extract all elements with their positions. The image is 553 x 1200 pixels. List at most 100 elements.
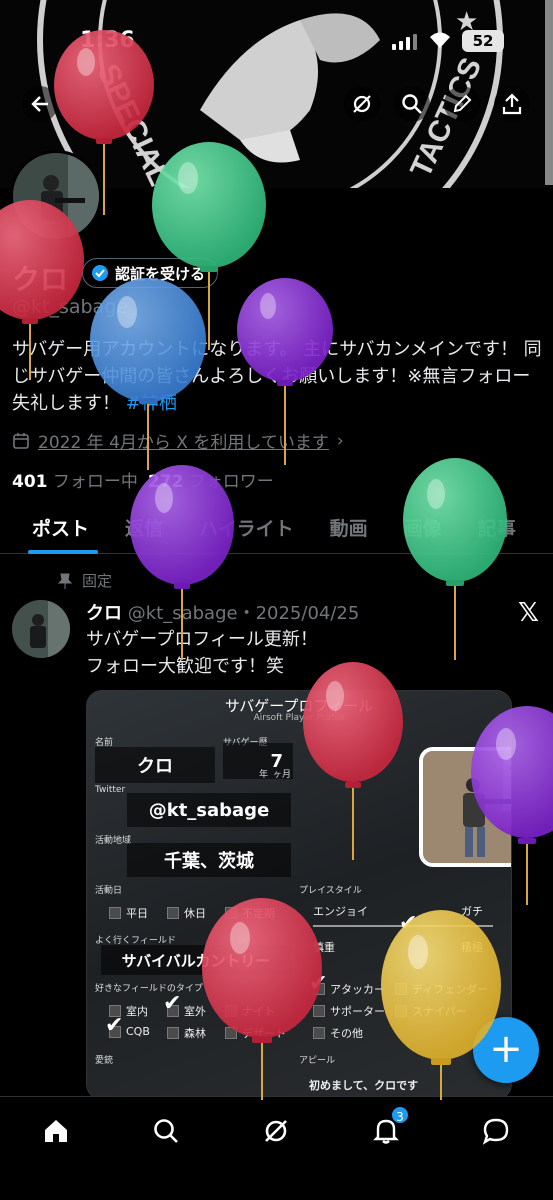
follow-stats: 401 フォロー中 272 フォロワー	[12, 467, 274, 492]
profile-handle: @kt_sabage	[12, 296, 128, 318]
fieldtype-outdoor-label: 室外	[184, 1005, 206, 1018]
nav-notifications[interactable]: 3	[366, 1105, 410, 1151]
get-verified-label: 認証を受ける	[115, 264, 206, 283]
day-weekday-label: 平日	[126, 907, 148, 920]
card-gun-label: 愛銃	[95, 1056, 114, 1066]
pin-icon	[58, 573, 72, 589]
profile-bio: サバゲー用アカウントになります。 主にサバカンメインです！ 同じサバゲー仲間の皆…	[12, 336, 542, 417]
pinned-label: 固定	[82, 572, 113, 590]
card-name-value: クロ	[95, 747, 215, 783]
compose-post-button[interactable]: +	[473, 1017, 539, 1083]
player-photo-image	[423, 751, 511, 863]
messages-icon	[482, 1118, 509, 1145]
card-style-serious: ガチ	[461, 903, 483, 919]
nav-explore[interactable]	[146, 1111, 186, 1151]
card-days-label: 活動日	[95, 886, 123, 896]
appeal-text: 初めまして、クロです	[309, 1079, 419, 1092]
fieldtype-desert-label: デザート	[242, 1027, 286, 1040]
grok-icon	[265, 1120, 287, 1142]
fieldtype-indoor-label: 室内	[126, 1005, 148, 1018]
card-appeal-value: 初めまして、クロです	[309, 1077, 418, 1093]
card-style-check-icon: ✔	[399, 911, 418, 936]
tab-highlights[interactable]: ハイライト	[181, 504, 312, 553]
following-link[interactable]: 401 フォロー中	[12, 467, 138, 492]
role-attacker-label: アタッカー	[330, 983, 385, 996]
post-author-name[interactable]: クロ	[86, 603, 122, 624]
card-day-holiday: 休日	[167, 905, 206, 921]
fieldtype-forest-label: 森林	[184, 1027, 206, 1040]
nav-home[interactable]	[36, 1111, 76, 1151]
bio-text: サバゲー用アカウントになります。 主にサバカンメインです！ 同じサバゲー仲間の皆…	[12, 339, 542, 414]
grok-button[interactable]	[344, 86, 380, 122]
card-subtitle: Airsoft Player Profile	[253, 713, 345, 723]
card-fieldtype-night: ナイト	[225, 1003, 275, 1019]
post-image-card[interactable]: サバゲープロフィール Airsoft Player Profile 名前 クロ …	[86, 690, 512, 1100]
back-icon	[31, 96, 48, 112]
followers-link[interactable]: 272 フォロワー	[148, 467, 274, 492]
post-body: サバゲープロフィール更新！ フォロー大歓迎です！笑	[86, 626, 318, 680]
card-attacker-check-icon: ✔	[309, 971, 328, 996]
search-button[interactable]	[394, 86, 430, 122]
profile-top-nav	[0, 86, 553, 126]
card-fieldtype-forest: 森林	[167, 1025, 206, 1041]
card-day-weekday: 平日	[109, 905, 148, 921]
card-field-value: サバイバルカントリー	[101, 945, 291, 975]
search-icon	[402, 94, 422, 114]
post-line-1: サバゲープロフィール更新！	[86, 629, 318, 650]
chevron-right-icon: ›	[336, 430, 344, 451]
status-bar: 1:36 52	[0, 0, 553, 80]
battery-indicator: 52	[462, 30, 504, 52]
card-role-sniper: スナイパー	[395, 1003, 467, 1019]
style-aggressive-label: 積極	[461, 941, 483, 954]
x-logo-icon: 𝕏	[518, 598, 539, 628]
card-appeal-label: アピール	[299, 1056, 336, 1066]
post-header: クロ @kt_sabage・2025/04/25	[86, 599, 359, 625]
balloon-green-2	[403, 458, 507, 660]
fieldtype-cqb-label: CQB	[126, 1025, 150, 1038]
profile-display-name: クロ	[12, 263, 69, 296]
wifi-icon	[428, 30, 452, 54]
card-area-label: 活動地域	[95, 836, 132, 846]
card-style-aggressive: 積極	[461, 939, 483, 955]
joined-date[interactable]: 2022 年 4月から X を利用しています ›	[12, 428, 344, 453]
profile-tabs: ポスト 返信 ハイライト 動画 画像 記事	[0, 504, 553, 554]
nav-messages[interactable]	[476, 1111, 516, 1151]
get-verified-button[interactable]: 認証を受ける	[82, 258, 219, 288]
back-button[interactable]	[22, 86, 58, 122]
tab-replies[interactable]: 返信	[107, 504, 181, 553]
tab-posts[interactable]: ポスト	[0, 504, 107, 554]
joined-date-text: 2022 年 4月から X を利用しています	[38, 433, 329, 453]
post-author-avatar[interactable]	[12, 600, 70, 658]
tab-articles[interactable]: 記事	[460, 504, 534, 553]
following-label: フォロー中	[52, 472, 138, 492]
bottom-navigation: 3	[0, 1096, 553, 1200]
style-careful-label: 慎重	[313, 941, 335, 954]
role-sniper-label: スナイパー	[412, 1005, 467, 1018]
card-twitter-label: Twitter	[95, 785, 126, 795]
card-role-defender: ディフェンダー	[395, 981, 488, 997]
card-role-supporter: サポーター	[313, 1003, 385, 1019]
nav-grok[interactable]	[256, 1111, 296, 1151]
card-fieldtype-label: 好きなフィールドのタイプ	[95, 984, 203, 994]
bio-hashtag-link[interactable]: #神栖	[126, 393, 177, 414]
grok-icon	[353, 95, 371, 113]
tab-photos[interactable]: 画像	[386, 504, 460, 553]
card-role-other: その他	[313, 1025, 363, 1041]
profile-avatar[interactable]	[10, 150, 102, 242]
signal-icon	[392, 34, 417, 50]
card-twitter-value: @kt_sabage	[127, 793, 291, 827]
share-button[interactable]	[494, 86, 530, 122]
card-history-unit-month: ヶ月	[273, 770, 292, 780]
edit-button[interactable]	[444, 86, 480, 122]
card-player-photo: 46	[419, 747, 511, 867]
card-area-value: 千葉、茨城	[127, 843, 291, 877]
card-day-irregular: 不定期	[225, 905, 275, 921]
card-cqb-check-icon: ✔	[105, 1013, 124, 1038]
following-count: 401	[12, 472, 48, 492]
avatar-image	[13, 153, 99, 239]
edit-icon	[453, 94, 472, 113]
notification-badge: 3	[390, 1105, 410, 1125]
post-handle-date: @kt_sabage・2025/04/25	[127, 603, 360, 624]
tab-videos[interactable]: 動画	[312, 504, 386, 553]
plus-icon: +	[489, 1026, 523, 1072]
